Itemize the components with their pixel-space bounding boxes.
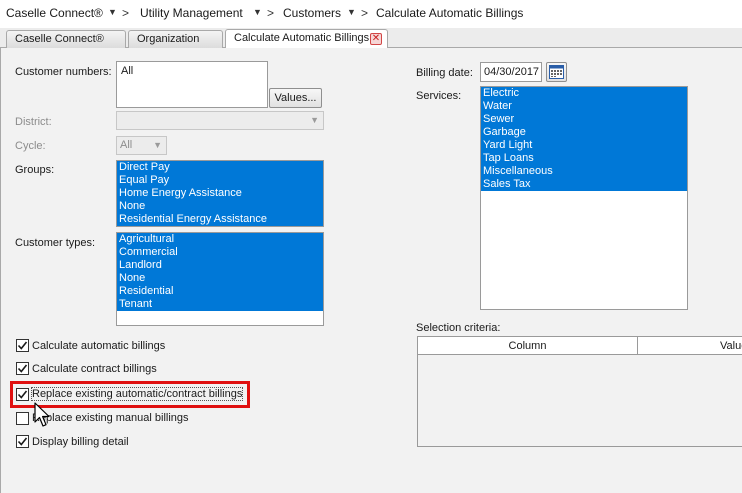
groups-listbox[interactable]: Direct Pay Equal Pay Home Energy Assista…	[116, 160, 324, 227]
cycle-label: Cycle:	[15, 140, 46, 152]
groups-label: Groups:	[15, 164, 55, 176]
customer-types-label: Customer types:	[15, 237, 96, 249]
breadcrumb-item-caselle[interactable]: Caselle Connect®	[6, 6, 103, 20]
chevron-down-icon: ▼	[153, 140, 162, 150]
calculate-automatic-billings-label[interactable]: Calculate automatic billings	[32, 340, 165, 352]
replace-automatic-contract-billings-checkbox[interactable]	[16, 388, 29, 401]
values-button[interactable]: Values...	[269, 88, 322, 108]
district-label: District:	[15, 116, 52, 128]
tab-calculate-automatic-billings[interactable]: Calculate Automatic Billings ✕	[225, 29, 388, 49]
list-item[interactable]: Garbage	[481, 126, 687, 139]
customer-numbers-label: Customer numbers:	[15, 66, 112, 78]
calculate-contract-billings-checkbox[interactable]	[16, 362, 29, 375]
list-item[interactable]: Electric	[481, 87, 687, 100]
calculate-contract-billings-label[interactable]: Calculate contract billings	[32, 363, 157, 375]
list-item[interactable]: Sewer	[481, 113, 687, 126]
selection-criteria-grid[interactable]: Column Value	[417, 336, 742, 447]
customer-numbers-value: All	[121, 65, 134, 77]
tab-strip: Caselle Connect® Organization Calculate …	[0, 28, 742, 49]
list-item[interactable]: Water	[481, 100, 687, 113]
billing-date-field[interactable]: 04/30/2017	[480, 62, 542, 82]
calculate-automatic-billings-checkbox[interactable]	[16, 339, 29, 352]
list-item[interactable]: Miscellaneous	[481, 165, 687, 178]
calendar-button[interactable]	[546, 62, 567, 82]
close-icon[interactable]: ✕	[370, 33, 382, 45]
display-billing-detail-label[interactable]: Display billing detail	[32, 436, 129, 448]
services-label: Services:	[416, 90, 462, 102]
list-item[interactable]: Residential	[117, 285, 323, 298]
tab-label: Organization	[137, 33, 200, 45]
breadcrumb-item-current: Calculate Automatic Billings	[376, 6, 524, 20]
chevron-down-icon[interactable]: ▼	[347, 7, 356, 17]
customer-numbers-field[interactable]: All	[116, 61, 268, 108]
list-item[interactable]: Tenant	[117, 298, 323, 311]
tab-caselle-connect[interactable]: Caselle Connect®	[6, 30, 126, 48]
breadcrumb: Caselle Connect® ▼ > Utility Management …	[0, 0, 742, 28]
district-dropdown[interactable]: ▼	[116, 111, 324, 130]
billing-date-label: Billing date:	[416, 67, 473, 79]
replace-automatic-contract-billings-label[interactable]: Replace existing automatic/contract bill…	[30, 387, 244, 401]
list-item[interactable]: Commercial	[117, 246, 323, 259]
customer-types-listbox[interactable]: Agricultural Commercial Landlord None Re…	[116, 232, 324, 326]
list-item[interactable]: Direct Pay	[117, 161, 323, 174]
chevron-down-icon[interactable]: ▼	[253, 7, 262, 17]
chevron-down-icon: ▼	[310, 115, 319, 125]
tab-label: Calculate Automatic Billings	[234, 32, 370, 44]
tab-label: Caselle Connect®	[15, 33, 104, 45]
breadcrumb-item-customers[interactable]: Customers	[283, 6, 341, 20]
breadcrumb-item-utility[interactable]: Utility Management	[140, 6, 243, 20]
tab-organization[interactable]: Organization	[128, 30, 223, 48]
list-item[interactable]: Residential Energy Assistance	[117, 213, 323, 226]
list-item[interactable]: Sales Tax	[481, 178, 687, 191]
replace-manual-billings-label[interactable]: Replace existing manual billings	[32, 412, 189, 424]
list-item[interactable]: Home Energy Assistance	[117, 187, 323, 200]
list-item[interactable]: Tap Loans	[481, 152, 687, 165]
list-item[interactable]: Equal Pay	[117, 174, 323, 187]
column-header-column[interactable]: Column	[418, 337, 638, 355]
column-header-value[interactable]: Value	[638, 337, 742, 355]
cycle-dropdown[interactable]: All ▼	[116, 136, 167, 155]
list-item[interactable]: None	[117, 200, 323, 213]
cycle-value: All	[120, 139, 133, 151]
chevron-down-icon[interactable]: ▼	[108, 7, 117, 17]
selection-criteria-label: Selection criteria:	[416, 322, 501, 334]
replace-manual-billings-checkbox[interactable]	[16, 412, 29, 425]
services-listbox[interactable]: Electric Water Sewer Garbage Yard Light …	[480, 86, 688, 310]
mouse-pointer-icon	[34, 402, 50, 427]
breadcrumb-separator: >	[122, 6, 130, 20]
list-item[interactable]: Agricultural	[117, 233, 323, 246]
list-item[interactable]: None	[117, 272, 323, 285]
billing-date-value: 04/30/2017	[484, 66, 540, 78]
calendar-icon	[549, 65, 564, 79]
list-item[interactable]: Yard Light	[481, 139, 687, 152]
display-billing-detail-checkbox[interactable]	[16, 435, 29, 448]
breadcrumb-separator: >	[361, 6, 369, 20]
breadcrumb-separator: >	[267, 6, 275, 20]
list-item[interactable]: Landlord	[117, 259, 323, 272]
main-panel: Customer numbers: All Values... District…	[0, 48, 742, 493]
